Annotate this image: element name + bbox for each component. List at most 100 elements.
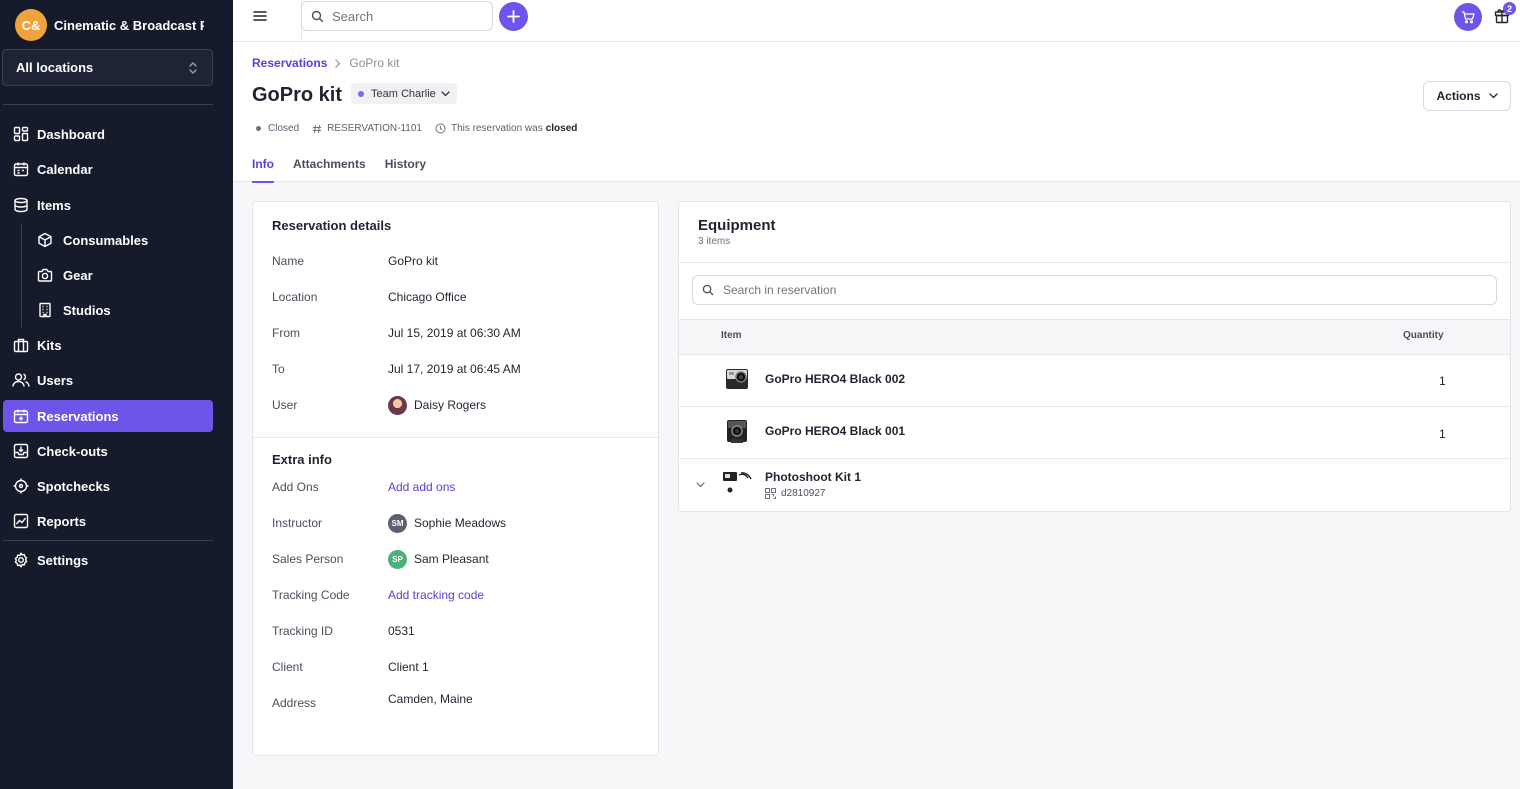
nav-users[interactable]: Users bbox=[3, 364, 213, 396]
search-input[interactable] bbox=[332, 8, 482, 24]
extra-row-address: Address Camden, Maine bbox=[272, 692, 473, 713]
extra-info-title: Extra info bbox=[272, 452, 332, 467]
status-badge: Closed bbox=[256, 123, 299, 134]
closed-note-text: This reservation was bbox=[451, 123, 543, 134]
detail-label: User bbox=[272, 398, 298, 412]
nav-spotchecks[interactable]: Spotchecks bbox=[3, 470, 213, 502]
nav-consumables-label: Consumables bbox=[63, 232, 149, 248]
detail-value: Daisy Rogers bbox=[414, 398, 487, 412]
detail-label: From bbox=[272, 326, 300, 340]
table-row[interactable]: GoPro HERO4 Black 001 1 bbox=[679, 406, 1510, 458]
extra-row-sales-person: Sales Person SP Sam Pleasant bbox=[272, 549, 489, 569]
org-name: Cinematic & Broadcast P... bbox=[54, 17, 204, 33]
chevron-down-icon bbox=[441, 90, 450, 97]
sales-person-link[interactable]: SP Sam Pleasant bbox=[388, 549, 489, 569]
equipment-search[interactable] bbox=[692, 275, 1497, 305]
breadcrumb-reservations-link[interactable]: Reservations bbox=[252, 56, 327, 70]
column-header-item: Item bbox=[721, 330, 742, 341]
chevron-down-icon[interactable] bbox=[696, 482, 705, 488]
item-name-link[interactable]: GoPro HERO4 Black 001 bbox=[765, 424, 905, 438]
nav-studios[interactable]: Studios bbox=[36, 294, 213, 326]
detail-row-user: User Daisy Rogers bbox=[272, 395, 486, 415]
tray-download-icon bbox=[12, 442, 30, 460]
instructor-link[interactable]: SM Sophie Meadows bbox=[388, 513, 506, 533]
tab-info[interactable]: Info bbox=[252, 157, 274, 183]
user-link[interactable]: Daisy Rogers bbox=[388, 395, 487, 415]
detail-label: Name bbox=[272, 254, 305, 268]
actions-label: Actions bbox=[1436, 89, 1481, 103]
database-icon bbox=[12, 196, 30, 214]
detail-row-to: To Jul 17, 2019 at 06:45 AM bbox=[272, 359, 521, 379]
nav-dashboard[interactable]: Dashboard bbox=[3, 118, 213, 150]
detail-value: Jul 17, 2019 at 06:45 AM bbox=[388, 362, 521, 376]
nav-consumables[interactable]: Consumables bbox=[36, 224, 213, 256]
nav-reservations[interactable]: Reservations bbox=[3, 400, 213, 432]
users-icon bbox=[12, 371, 30, 389]
detail-value: GoPro kit bbox=[388, 254, 439, 268]
avatar: SM bbox=[388, 513, 407, 533]
status-dot bbox=[256, 126, 261, 131]
nav-reports[interactable]: Reports bbox=[3, 505, 213, 537]
nav-settings[interactable]: Settings bbox=[3, 544, 213, 576]
nav-items[interactable]: Items bbox=[3, 189, 213, 221]
location-select[interactable]: All locations bbox=[2, 49, 213, 86]
tab-attachments[interactable]: Attachments bbox=[293, 157, 366, 182]
sidebar-divider bbox=[3, 104, 213, 105]
extra-row-tracking-code: Tracking Code Add tracking code bbox=[272, 585, 484, 605]
actions-button[interactable]: Actions bbox=[1423, 81, 1511, 111]
detail-row-location: Location Chicago Office bbox=[272, 287, 467, 307]
kit-name-link[interactable]: Photoshoot Kit 1 bbox=[765, 470, 861, 484]
nav-settings-label: Settings bbox=[37, 552, 89, 568]
nav-calendar[interactable]: Calendar bbox=[3, 153, 213, 185]
cube-icon bbox=[36, 231, 54, 249]
calendar-icon bbox=[12, 160, 30, 178]
extra-row-client: Client Client 1 bbox=[272, 657, 429, 677]
clock-icon bbox=[435, 123, 446, 134]
add-button[interactable] bbox=[499, 2, 528, 31]
chart-icon bbox=[12, 512, 30, 530]
team-selector[interactable]: Team Charlie bbox=[351, 83, 457, 104]
qr-code-icon bbox=[765, 488, 776, 499]
table-row[interactable]: GoPro HERO4 Black 002 1 bbox=[679, 354, 1510, 406]
item-name-link[interactable]: GoPro HERO4 Black 002 bbox=[765, 372, 905, 386]
detail-label: To bbox=[272, 362, 285, 376]
nav-checkouts-label: Check-outs bbox=[37, 443, 108, 459]
kit-code-text: d2810927 bbox=[781, 488, 826, 499]
extra-value: Client 1 bbox=[388, 660, 429, 674]
crosshair-icon bbox=[12, 477, 30, 495]
chevron-right-icon bbox=[335, 58, 341, 68]
building-icon bbox=[36, 301, 54, 319]
org-avatar: C& bbox=[15, 9, 47, 41]
menu-icon[interactable] bbox=[253, 9, 267, 23]
nav-calendar-label: Calendar bbox=[37, 161, 93, 177]
nav-gear[interactable]: Gear bbox=[36, 259, 213, 291]
sub-nav-line bbox=[21, 223, 22, 327]
divider bbox=[679, 319, 1510, 320]
gear-icon bbox=[12, 551, 30, 569]
detail-row-name: Name GoPro kit bbox=[272, 251, 438, 271]
table-row-kit[interactable]: Photoshoot Kit 1 d2810927 bbox=[679, 458, 1510, 510]
detail-value: Jul 15, 2019 at 06:30 AM bbox=[388, 326, 521, 340]
org-switcher[interactable]: C& Cinematic & Broadcast P... bbox=[0, 0, 233, 50]
column-header-quantity: Quantity bbox=[1403, 330, 1444, 341]
nav-kits[interactable]: Kits bbox=[3, 329, 213, 361]
reservation-id-text: RESERVATION-1101 bbox=[327, 123, 422, 134]
card-divider bbox=[253, 437, 658, 438]
extra-label: Tracking ID bbox=[272, 624, 333, 638]
reservation-details-card: Reservation details Name GoPro kit Locat… bbox=[252, 201, 659, 756]
nav-reservations-label: Reservations bbox=[37, 408, 119, 424]
extra-label: Tracking Code bbox=[272, 588, 350, 602]
cart-button[interactable] bbox=[1454, 3, 1482, 31]
equipment-search-input[interactable] bbox=[723, 283, 1483, 297]
extra-label: Instructor bbox=[272, 516, 323, 530]
detail-value: Chicago Office bbox=[388, 290, 467, 304]
add-tracking-code-link[interactable]: Add tracking code bbox=[388, 588, 484, 602]
equipment-title: Equipment bbox=[698, 217, 776, 234]
nav-checkouts[interactable]: Check-outs bbox=[3, 435, 213, 467]
search-icon bbox=[311, 10, 324, 23]
global-search[interactable] bbox=[301, 1, 493, 31]
reservation-details-title: Reservation details bbox=[272, 218, 392, 233]
add-addons-link[interactable]: Add add ons bbox=[388, 480, 455, 494]
detail-row-from: From Jul 15, 2019 at 06:30 AM bbox=[272, 323, 521, 343]
tab-history[interactable]: History bbox=[385, 157, 426, 182]
